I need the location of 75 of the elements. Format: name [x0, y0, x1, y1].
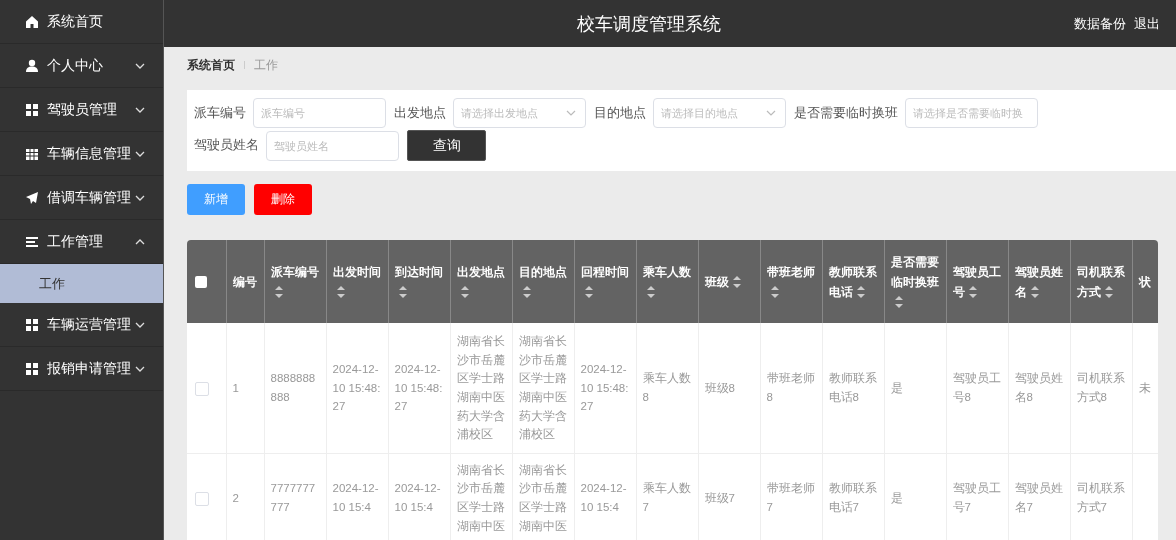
table-cell: 是 — [890, 491, 903, 504]
select-all-checkbox[interactable] — [195, 276, 207, 289]
table-cell: 2024-12-10 15:4 — [332, 482, 379, 513]
table-cell: 教师联系电话8 — [828, 372, 877, 403]
chevron-down-icon — [135, 364, 145, 373]
table-cell: 7777777777 — [270, 482, 316, 513]
field-label: 派车编号 — [194, 104, 246, 122]
table-cell: 2024-12-10 15:48:27 — [332, 362, 381, 413]
sidebar-menu-item[interactable]: 车辆信息管理 — [0, 132, 163, 176]
select-field[interactable]: 请选择目的地点 — [653, 98, 786, 128]
chevron-down-icon — [135, 193, 145, 202]
table-cell: 司机联系方式8 — [1076, 372, 1125, 403]
search-button[interactable]: 查询 — [407, 130, 486, 161]
table-cell: 乘车人数8 — [642, 372, 691, 403]
grid-icon — [25, 361, 39, 376]
table-cell: 驾驶员姓名7 — [1014, 482, 1063, 513]
header-link[interactable]: 数据备份 — [1074, 14, 1126, 33]
column-header: 编号 — [232, 274, 258, 290]
row-checkbox[interactable] — [195, 381, 209, 396]
table-cell: 司机联系方式7 — [1076, 482, 1125, 513]
table-cell: 1 — [232, 381, 239, 394]
grid-icon — [25, 102, 39, 117]
home-icon — [25, 14, 39, 29]
sidebar-link[interactable]: 系统首页 — [0, 0, 163, 44]
table-cell: 驾驶员工号7 — [952, 482, 1001, 513]
table-cell: 班级8 — [704, 381, 735, 394]
user-icon — [25, 58, 39, 73]
table-cell: 湖南省长沙市岳麓区学士路湖南中医药大学含浦校区 — [456, 334, 505, 441]
sidebar-menu-item[interactable]: 个人中心 — [0, 44, 163, 88]
table-cell: 湖南省长沙市岳麓区学士路湖南中医 — [518, 463, 567, 532]
table-cell: 乘车人数7 — [642, 482, 691, 513]
sidebar-menu-item[interactable]: 报销申请管理 — [0, 347, 163, 391]
sidebar-menu-item[interactable]: 借调车辆管理 — [0, 176, 163, 220]
sidebar-submenu-item[interactable]: 工作 — [0, 264, 163, 303]
table-cell: 带班老师8 — [766, 372, 815, 403]
chevron-down-icon — [135, 105, 145, 114]
table-cell: 2024-12-10 15:4 — [394, 482, 441, 513]
chevron-down-icon — [135, 320, 145, 329]
app-title: 校车调度管理系统 — [576, 12, 722, 36]
table-cell: 2024-12-10 15:48:27 — [580, 362, 629, 413]
table-cell: 班级7 — [704, 491, 735, 504]
table-cell: 是 — [890, 381, 903, 394]
chevron-down-icon — [135, 61, 145, 70]
field-label: 目的地点 — [594, 104, 646, 122]
chevron-up-icon — [135, 237, 145, 246]
table-cell: 未 — [1138, 381, 1151, 394]
select-field[interactable]: 请选择出发地点 — [453, 98, 586, 128]
list-icon — [25, 234, 39, 249]
row-checkbox[interactable] — [195, 491, 209, 506]
table-cell: 2024-12-10 15:48:27 — [394, 362, 443, 413]
header-link[interactable]: 退出 — [1134, 14, 1160, 33]
table-cell: 2 — [232, 491, 239, 504]
chevron-down-icon — [135, 149, 145, 158]
table-cell: 教师联系电话7 — [828, 482, 877, 513]
table-icon — [25, 146, 39, 161]
table-cell: 带班老师7 — [766, 482, 815, 513]
chevron-down-icon — [566, 110, 576, 116]
table-cell: 2024-12-10 15:4 — [580, 482, 627, 513]
sidebar-menu-item[interactable]: 驾驶员管理 — [0, 88, 163, 132]
table-cell: 驾驶员工号8 — [952, 372, 1001, 403]
field-label: 出发地点 — [394, 104, 446, 122]
field-label: 驾驶员姓名 — [194, 137, 259, 154]
field-label: 是否需要临时换班 — [794, 104, 898, 122]
table-cell: 驾驶员姓名8 — [1014, 372, 1063, 403]
delete-button[interactable]: 删除 — [254, 184, 312, 215]
column-header: 状 — [1138, 274, 1152, 290]
table-cell: 8888888888 — [270, 372, 316, 403]
table-cell: 湖南省长沙市岳麓区学士路湖南中医 — [456, 463, 505, 532]
table-cell: 湖南省长沙市岳麓区学士路湖南中医药大学含浦校区 — [518, 334, 567, 441]
paper-plane-icon — [25, 190, 39, 205]
breadcrumb-item[interactable]: 系统首页 — [187, 56, 235, 74]
grid-icon — [25, 317, 39, 332]
input-field[interactable]: 驾驶员姓名 — [266, 130, 399, 161]
sidebar-menu-item[interactable]: 车辆运营管理 — [0, 303, 163, 347]
chevron-down-icon — [766, 110, 776, 116]
